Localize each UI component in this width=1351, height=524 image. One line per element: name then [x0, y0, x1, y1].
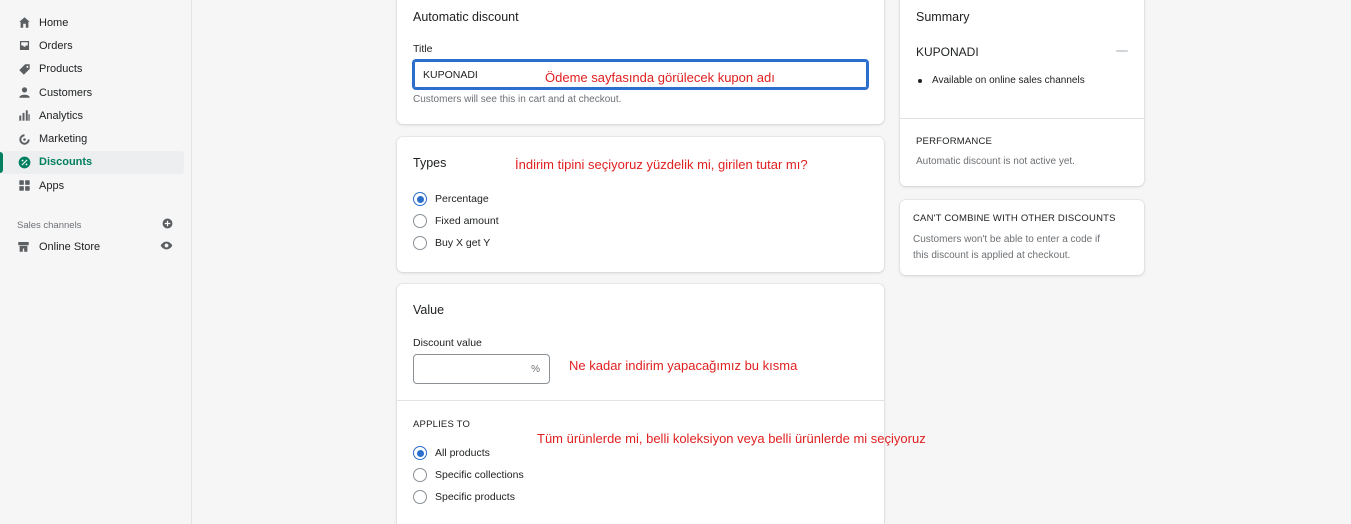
- sidebar-item-online-store[interactable]: Online Store: [0, 235, 191, 258]
- card-title: Automatic discount: [413, 10, 519, 24]
- radio-label: Percentage: [435, 193, 489, 205]
- radio-label: Fixed amount: [435, 215, 499, 227]
- main-nav: Home Orders Products Customers Analytics…: [0, 0, 191, 197]
- type-percentage-radio[interactable]: Percentage: [413, 192, 489, 206]
- sidebar-item-orders[interactable]: Orders: [0, 34, 184, 57]
- sidebar-nav: Home Orders Products Customers Analytics…: [0, 0, 192, 524]
- sidebar-item-label: Marketing: [39, 133, 88, 146]
- percent-suffix: %: [531, 363, 540, 375]
- radio-dot: [413, 446, 427, 460]
- section-divider: [397, 400, 884, 401]
- sidebar-item-analytics[interactable]: Analytics: [0, 104, 184, 127]
- discount-value-input[interactable]: %: [413, 354, 550, 384]
- person-icon: [17, 86, 31, 100]
- summary-card: Summary KUPONADI Available on online sal…: [900, 0, 1144, 186]
- summary-title: Summary: [916, 10, 970, 24]
- sidebar-item-customers[interactable]: Customers: [0, 81, 184, 104]
- sidebar-item-label: Apps: [39, 179, 65, 192]
- sidebar-item-label: Analytics: [39, 109, 84, 122]
- sales-channels-header: Sales channels: [0, 215, 191, 235]
- sidebar-item-label: Customers: [39, 86, 93, 99]
- summary-bullet: Available on online sales channels: [918, 75, 1085, 86]
- automatic-discount-card: Automatic discount Title KUPONADI Custom…: [397, 0, 884, 124]
- title-help-text: Customers will see this in cart and at c…: [413, 94, 622, 105]
- card-title: Types: [413, 156, 447, 170]
- add-channel-icon[interactable]: [162, 218, 173, 232]
- online-store-label: Online Store: [39, 240, 101, 253]
- eye-icon[interactable]: [160, 239, 173, 255]
- bar-chart-icon: [17, 109, 31, 123]
- store-icon: [17, 240, 31, 254]
- annotation-applies-note: Tüm ürünlerde mi, belli koleksiyon veya …: [537, 431, 926, 446]
- combine-card: CAN'T COMBINE WITH OTHER DISCOUNTS Custo…: [900, 200, 1144, 275]
- sidebar-item-label: Orders: [39, 39, 73, 52]
- radio-dot: [413, 214, 427, 228]
- applies-to-label: APPLIES TO: [413, 419, 471, 430]
- sidebar-item-label: Home: [39, 16, 69, 29]
- combine-text-line1: Customers won't be able to enter a code …: [913, 234, 1101, 245]
- target-icon: [17, 132, 31, 146]
- applies-specific-collections-radio[interactable]: Specific collections: [413, 468, 524, 482]
- radio-label: Specific collections: [435, 469, 524, 481]
- radio-dot: [413, 192, 427, 206]
- sidebar-item-label: Discounts: [39, 156, 93, 169]
- performance-label: PERFORMANCE: [916, 136, 993, 147]
- card-title: Value: [413, 303, 445, 317]
- sales-channels-label: Sales channels: [17, 219, 82, 231]
- radio-label: All products: [435, 447, 490, 459]
- annotation-types-note: İndirim tipini seçiyoruz yüzdelik mi, gi…: [515, 157, 808, 172]
- applies-specific-products-radio[interactable]: Specific products: [413, 490, 515, 504]
- summary-collapse-dash: [1116, 50, 1128, 52]
- orders-icon: [17, 39, 31, 53]
- bullet-dot: [918, 78, 922, 83]
- tag-icon: [17, 62, 31, 76]
- title-input-value: KUPONADI: [423, 68, 478, 81]
- type-fixed-amount-radio[interactable]: Fixed amount: [413, 214, 499, 228]
- sidebar-item-discounts[interactable]: Discounts: [0, 150, 184, 175]
- combine-title: CAN'T COMBINE WITH OTHER DISCOUNTS: [913, 213, 1116, 224]
- radio-dot: [413, 490, 427, 504]
- discount-icon: [17, 155, 31, 169]
- sidebar-item-label: Products: [39, 63, 83, 76]
- radio-dot: [413, 468, 427, 482]
- sidebar-item-apps[interactable]: Apps: [0, 174, 184, 197]
- value-card: Value Discount value % APPLIES TO All pr…: [397, 284, 884, 524]
- apps-icon: [17, 179, 31, 193]
- radio-dot: [413, 236, 427, 250]
- sidebar-item-home[interactable]: Home: [0, 11, 184, 34]
- radio-label: Specific products: [435, 491, 515, 503]
- combine-text-line2: this discount is applied at checkout.: [913, 250, 1071, 261]
- home-icon: [17, 16, 31, 30]
- title-label: Title: [413, 43, 433, 55]
- performance-text: Automatic discount is not active yet.: [916, 156, 1075, 167]
- summary-divider: [900, 118, 1144, 119]
- bullet-text: Available on online sales channels: [932, 75, 1085, 86]
- type-buy-x-get-y-radio[interactable]: Buy X get Y: [413, 236, 490, 250]
- annotation-value-note: Ne kadar indirim yapacağımız bu kısma: [569, 358, 798, 373]
- discount-value-label: Discount value: [413, 337, 482, 349]
- annotation-title-note: Ödeme sayfasında görülecek kupon adı: [545, 70, 775, 85]
- radio-label: Buy X get Y: [435, 237, 491, 249]
- applies-all-products-radio[interactable]: All products: [413, 446, 490, 460]
- sidebar-item-products[interactable]: Products: [0, 58, 184, 81]
- summary-discount-name: KUPONADI: [916, 45, 979, 59]
- sidebar-item-marketing[interactable]: Marketing: [0, 127, 184, 150]
